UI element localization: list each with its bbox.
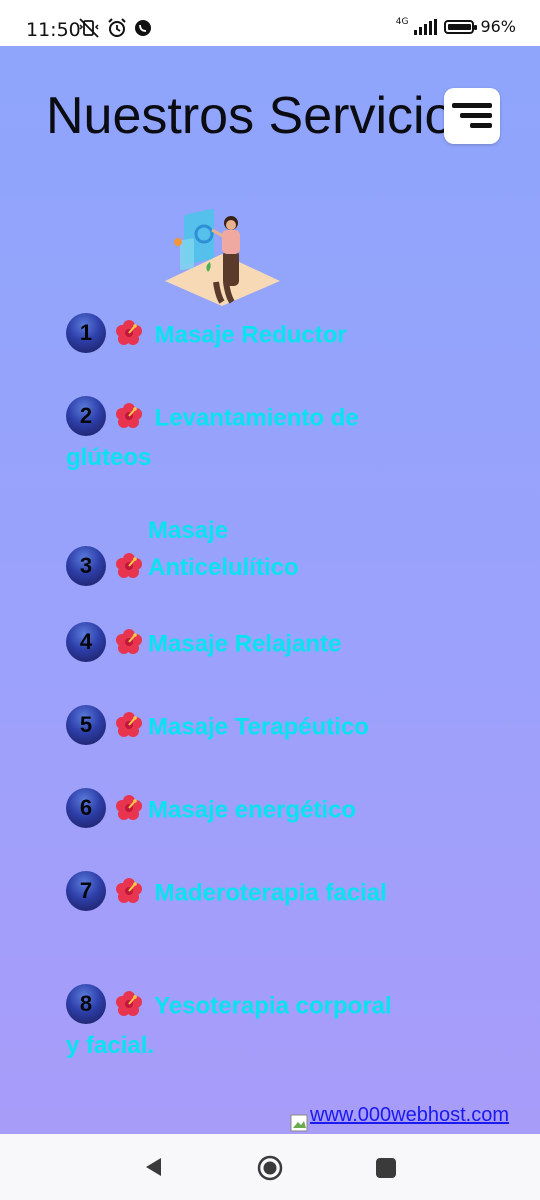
service-item[interactable]: 6 Masaje energético: [66, 788, 396, 831]
hibiscus-icon: [116, 795, 142, 820]
recents-icon[interactable]: [375, 1157, 397, 1179]
home-icon[interactable]: [256, 1154, 284, 1182]
hibiscus-icon: [116, 629, 142, 654]
hibiscus-icon: [116, 320, 142, 345]
service-label: Masaje Terapéutico: [148, 713, 369, 741]
whatsapp-icon: [135, 20, 151, 36]
service-label: Masaje Reductor: [154, 321, 347, 349]
vibrate-off-icon: [79, 18, 99, 38]
menu-button[interactable]: [444, 88, 500, 144]
hibiscus-icon: [116, 878, 142, 903]
hibiscus-icon: [116, 552, 142, 578]
service-item[interactable]: 5 Masaje Terapéutico: [66, 705, 396, 748]
back-icon[interactable]: [143, 1156, 165, 1178]
illustration-image: [165, 209, 280, 306]
signal-icon: [414, 18, 438, 35]
number-badge: 2: [66, 396, 106, 436]
service-item[interactable]: 8 Yesoterapia corporal y facial.: [66, 984, 396, 1064]
battery-level: [448, 23, 472, 30]
number-badge: 7: [66, 871, 106, 911]
service-item[interactable]: 1 Masaje Reductor: [66, 313, 396, 356]
service-label: Masaje energético: [148, 796, 357, 824]
battery-percent: 96%: [480, 17, 516, 36]
system-status: 4G 96%: [396, 17, 516, 36]
number-badge: 4: [66, 622, 106, 662]
service-item[interactable]: 4 Masaje Relajante: [66, 622, 396, 665]
number-badge: 5: [66, 705, 106, 745]
status-time: 11:50: [26, 19, 81, 41]
hibiscus-icon: [116, 712, 142, 737]
service-label: Masaje Anticelulítico: [148, 517, 299, 581]
service-label: Maderoterapia facial: [154, 879, 387, 907]
page-title: Nuestros Servicios: [46, 87, 480, 145]
service-item[interactable]: 3 Masaje Anticelulítico: [66, 512, 396, 589]
alarm-icon: [108, 18, 126, 37]
menu-icon-line: [460, 113, 492, 118]
footer-link[interactable]: www.000webhost.com: [310, 1104, 509, 1127]
number-badge: 3: [66, 545, 106, 586]
service-item[interactable]: 2 Levantamiento de glúteos: [66, 396, 396, 476]
app-content[interactable]: Nuestros Servicios 1 Masaje Reductor 2 L…: [0, 46, 540, 1134]
battery-icon: [444, 19, 478, 34]
service-label: Masaje Relajante: [148, 630, 342, 658]
service-item[interactable]: 7 Maderoterapia facial: [66, 871, 396, 914]
network-type: 4G: [395, 17, 409, 27]
broken-image-icon: [290, 1114, 308, 1132]
number-badge: 8: [66, 984, 106, 1024]
menu-icon: [452, 103, 492, 108]
hibiscus-icon: [116, 991, 142, 1016]
hibiscus-icon: [116, 403, 142, 428]
number-badge: 1: [66, 313, 106, 353]
notification-icons: [78, 17, 152, 39]
navigation-bar: [0, 1134, 540, 1200]
service-label: Levantamiento de glúteos: [66, 404, 359, 471]
number-badge: 6: [66, 788, 106, 828]
status-bar: 11:50 4G 96%: [0, 0, 540, 46]
menu-icon-line: [470, 123, 492, 128]
